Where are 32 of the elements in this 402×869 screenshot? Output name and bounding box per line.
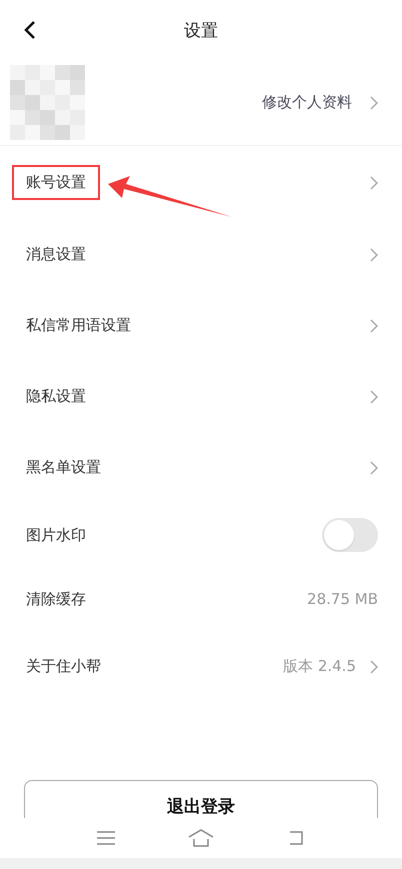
row-value: 版本 2.4.5: [283, 657, 356, 676]
row-label: 账号设置: [12, 165, 100, 200]
settings-row[interactable]: 隐私设置: [0, 361, 402, 432]
row-label: 图片水印: [25, 524, 87, 546]
back-icon[interactable]: [24, 20, 36, 40]
edit-profile-link[interactable]: 修改个人资料: [262, 93, 378, 112]
page-title: 设置: [184, 20, 218, 42]
settings-row[interactable]: 消息设置: [0, 219, 402, 290]
chevron-right-icon: [370, 460, 378, 474]
chevron-right-icon: [370, 248, 378, 262]
row-value: 28.75 MB: [307, 590, 378, 608]
row-label: 隐私设置: [25, 386, 87, 407]
chevron-right-icon: [370, 390, 378, 404]
settings-row[interactable]: 黑名单设置: [0, 432, 402, 503]
home-icon[interactable]: [186, 828, 215, 848]
chevron-right-icon: [370, 318, 378, 332]
row-label: 关于住小帮: [25, 656, 102, 677]
chevron-right-icon: [370, 96, 378, 110]
settings-row[interactable]: 账号设置: [0, 146, 402, 219]
row-label: 清除缓存: [25, 588, 87, 610]
chevron-right-icon: [370, 660, 378, 674]
row-label: 黑名单设置: [25, 457, 102, 478]
menu-icon[interactable]: [96, 830, 116, 846]
row-label: 私信常用语设置: [25, 315, 132, 336]
settings-row[interactable]: 图片水印: [0, 503, 402, 567]
chevron-right-icon: [370, 176, 378, 190]
settings-row[interactable]: 清除缓存 28.75 MB: [0, 567, 402, 631]
row-label: 消息设置: [25, 244, 87, 265]
settings-row[interactable]: 私信常用语设置: [0, 290, 402, 361]
logout-button[interactable]: 退出登录: [24, 780, 378, 818]
toggle-switch[interactable]: [322, 518, 378, 552]
settings-row[interactable]: 关于住小帮 版本 2.4.5: [0, 631, 402, 702]
